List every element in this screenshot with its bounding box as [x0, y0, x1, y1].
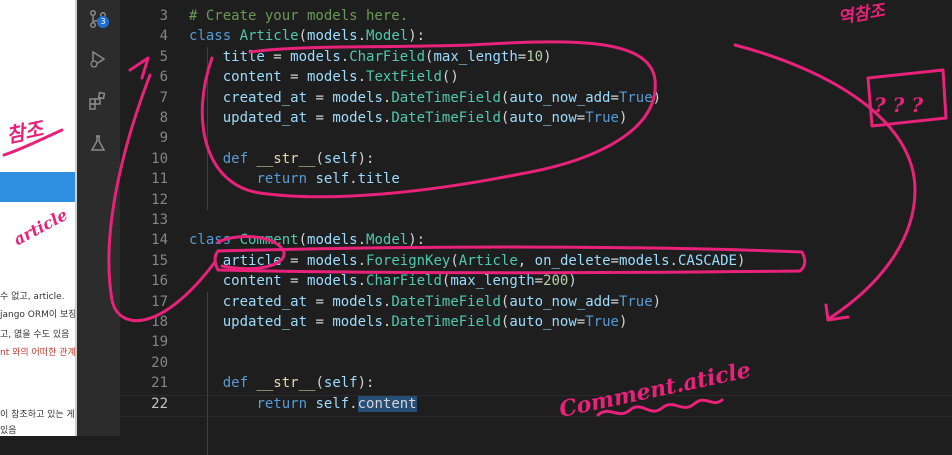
- code-line[interactable]: 15 article = models.ForeignKey(Article, …: [120, 251, 952, 271]
- code-line[interactable]: 9: [120, 128, 952, 148]
- code-text[interactable]: class Comment(models.Model):: [189, 230, 425, 250]
- code-text[interactable]: article = models.ForeignKey(Article, on_…: [189, 251, 746, 271]
- code-line[interactable]: 11 return self.title: [120, 169, 952, 189]
- code-line[interactable]: 21 def __str__(self):: [120, 373, 952, 393]
- indent-guide: [207, 291, 208, 455]
- code-line[interactable]: 4 class Article(models.Model):: [120, 26, 952, 46]
- code-line[interactable]: 10 def __str__(self):: [120, 149, 952, 169]
- doc-text-line: 고, 엾을 수도 있음: [0, 330, 70, 340]
- doc-text-line: nt 와의 어떠한 관계도: [0, 348, 77, 358]
- code-line[interactable]: 14 class Comment(models.Model):: [120, 230, 952, 250]
- code-text[interactable]: content = models.CharField(max_length=20…: [189, 271, 577, 291]
- code-text[interactable]: updated_at = models.DateTimeField(auto_n…: [189, 312, 628, 332]
- indent-guide: [207, 46, 208, 210]
- code-line[interactable]: 17 created_at = models.DateTimeField(aut…: [120, 292, 952, 312]
- doc-text-line: 있음: [0, 426, 17, 436]
- line-number: 11: [151, 171, 168, 188]
- line-number: 15: [151, 252, 168, 269]
- code-text[interactable]: updated_at = models.DateTimeField(auto_n…: [189, 108, 628, 128]
- code-text[interactable]: return self.title: [189, 169, 399, 189]
- code-line[interactable]: 19: [120, 332, 952, 352]
- line-number: 13: [151, 212, 168, 228]
- code-text[interactable]: def __str__(self):: [189, 149, 375, 169]
- code-line[interactable]: 18 updated_at = models.DateTimeField(aut…: [120, 312, 952, 332]
- code-text[interactable]: created_at = models.DateTimeField(auto_n…: [189, 88, 661, 108]
- line-number: 6: [159, 69, 168, 86]
- line-number: 4: [159, 28, 168, 45]
- line-number: 10: [151, 150, 168, 167]
- line-number: 21: [151, 375, 168, 392]
- line-number: 3: [159, 8, 168, 24]
- code-text[interactable]: # Create your models here.: [189, 6, 408, 26]
- code-text[interactable]: return self.content: [189, 394, 417, 414]
- activity-bar: 3: [77, 0, 120, 436]
- code-text[interactable]: title = models.CharField(max_length=10): [189, 47, 552, 67]
- doc-text-line: 이 참조하고 있는 게시: [0, 410, 77, 420]
- doc-text-line: jango ORM이 보장한: [0, 310, 77, 320]
- source-control-badge: 3: [97, 16, 109, 28]
- code-line[interactable]: 22 return self.content: [120, 394, 952, 414]
- code-line[interactable]: 20: [120, 353, 952, 373]
- line-number: 20: [151, 354, 168, 371]
- extensions-icon[interactable]: [87, 90, 109, 112]
- code-editor[interactable]: 3 # Create your models here. 4 class Articl…: [120, 0, 952, 455]
- line-number: 16: [151, 273, 168, 290]
- line-number: 14: [151, 232, 168, 249]
- run-debug-icon[interactable]: [87, 48, 109, 70]
- line-number: 9: [159, 130, 168, 147]
- line-number: 8: [159, 110, 168, 126]
- code-text[interactable]: content = models.TextField(): [189, 67, 459, 87]
- line-number: 19: [151, 334, 168, 351]
- code-line[interactable]: 5 title = models.CharField(max_length=10…: [120, 47, 952, 67]
- code-line[interactable]: 8 updated_at = models.DateTimeField(auto…: [120, 108, 952, 128]
- testing-icon[interactable]: [87, 132, 109, 154]
- line-number: 17: [151, 293, 168, 310]
- code-line[interactable]: 3 # Create your models here.: [120, 6, 952, 26]
- line-number: 12: [151, 191, 168, 208]
- browser-document-panel: 수 없고, article. jango ORM이 보장한 고, 엾을 수도 있…: [0, 0, 77, 436]
- line-number: 22: [151, 395, 168, 412]
- code-line[interactable]: 7 created_at = models.DateTimeField(auto…: [120, 88, 952, 108]
- code-text[interactable]: class Article(models.Model):: [189, 26, 425, 46]
- code-text[interactable]: created_at = models.DateTimeField(auto_n…: [189, 292, 661, 312]
- line-number: 18: [151, 314, 168, 330]
- code-text[interactable]: def __str__(self):: [189, 373, 375, 393]
- line-number: 7: [159, 89, 168, 106]
- code-line[interactable]: 6 content = models.TextField(): [120, 67, 952, 87]
- line-number: 5: [159, 48, 168, 65]
- doc-text-line: 수 없고, article.: [0, 292, 65, 302]
- code-line[interactable]: 16 content = models.CharField(max_length…: [120, 271, 952, 291]
- highlight-banner: [0, 172, 77, 202]
- code-line[interactable]: 13: [120, 210, 952, 230]
- code-line[interactable]: 12: [120, 190, 952, 210]
